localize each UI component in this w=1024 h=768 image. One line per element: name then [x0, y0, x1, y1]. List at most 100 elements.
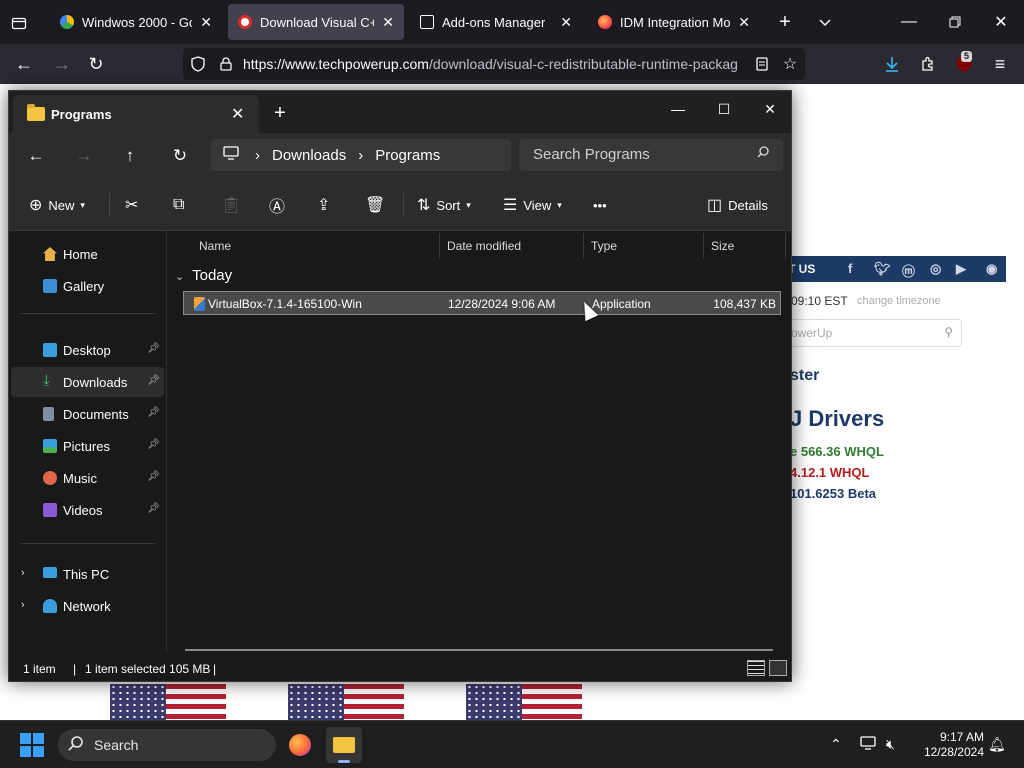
taskbar-file-explorer[interactable]: [326, 727, 362, 763]
back-icon[interactable]: ←: [21, 143, 51, 169]
forward-icon[interactable]: →: [69, 143, 99, 169]
browser-tab-windows2000[interactable]: Windwos 2000 - Googl ✕: [50, 4, 222, 40]
chevron-right-icon[interactable]: ›: [21, 567, 25, 579]
sidebar-item-pictures[interactable]: Pictures 📌︎: [11, 431, 164, 461]
instagram-icon[interactable]: ◎: [930, 261, 941, 277]
column-divider[interactable]: [439, 233, 440, 259]
windows-start-icon[interactable]: [20, 733, 44, 757]
driver-link-amd[interactable]: 4.12.1 WHQL: [790, 465, 869, 480]
display-icon[interactable]: [860, 736, 876, 753]
rename-button[interactable]: Ⓐ: [269, 191, 285, 219]
notification-bell-icon[interactable]: 🔔︎: [988, 736, 1006, 753]
more-options-button[interactable]: •••: [593, 191, 607, 219]
browser-minimize-icon[interactable]: —: [898, 11, 920, 33]
sidebar-item-documents[interactable]: Documents 📌︎: [11, 399, 164, 429]
driver-link-nvidia[interactable]: e 566.36 WHQL: [790, 444, 884, 459]
back-icon[interactable]: ←: [12, 52, 36, 76]
details-view-icon[interactable]: [747, 660, 765, 676]
sidebar-item-gallery[interactable]: Gallery: [11, 271, 164, 301]
sidebar-item-music[interactable]: Music 📌︎: [11, 463, 164, 493]
refresh-icon[interactable]: ↻: [165, 143, 195, 169]
breadcrumb[interactable]: › Downloads › Programs: [211, 139, 511, 171]
menu-icon[interactable]: ≡: [988, 52, 1012, 76]
column-header-type[interactable]: Type: [591, 239, 617, 253]
pin-icon[interactable]: 📌︎: [147, 503, 160, 514]
share-button[interactable]: ⇪: [317, 191, 330, 219]
group-header-today[interactable]: ⌄ Today: [175, 267, 232, 284]
breadcrumb-separator-icon[interactable]: ›: [255, 147, 260, 164]
tab-close-icon[interactable]: ✕: [560, 14, 572, 31]
taskbar-search-box[interactable]: Search: [58, 729, 276, 761]
new-tab-icon[interactable]: +: [774, 11, 796, 33]
sort-button[interactable]: ⇅ Sort ▾: [417, 191, 471, 219]
list-all-tabs-icon[interactable]: [814, 11, 836, 33]
pin-icon[interactable]: 📌︎: [147, 407, 160, 418]
volume-muted-icon[interactable]: 🔇︎: [886, 736, 895, 753]
column-header-name[interactable]: Name: [199, 239, 231, 253]
file-name[interactable]: VirtualBox-7.1.4-165100-Win: [208, 297, 362, 311]
copy-button[interactable]: ⧉: [173, 191, 184, 219]
youtube-icon[interactable]: ▶: [956, 261, 966, 277]
contact-link[interactable]: T US: [788, 262, 815, 276]
delete-button[interactable]: 🗑︎: [365, 191, 385, 219]
cut-button[interactable]: ✂: [125, 191, 138, 219]
url-bar[interactable]: https://www.techpowerup.com/download/vis…: [183, 48, 805, 80]
table-row[interactable]: VirtualBox-7.1.4-165100-Win 12/28/2024 9…: [183, 291, 781, 315]
explorer-tab-programs[interactable]: Programs ✕: [13, 95, 259, 133]
sidebar-item-home[interactable]: Home: [11, 239, 164, 269]
show-hidden-icons-icon[interactable]: ⌃: [830, 736, 842, 753]
chevron-right-icon[interactable]: ›: [21, 599, 25, 611]
facebook-icon[interactable]: f: [848, 261, 852, 276]
browser-tab-download-visual-cpp[interactable]: Download Visual C++ | ✕: [228, 4, 404, 40]
taskbar-firefox[interactable]: [282, 727, 318, 763]
explorer-minimize-button[interactable]: —: [655, 95, 701, 123]
explorer-maximize-button[interactable]: ☐: [701, 95, 747, 123]
browser-tab-addons-manager[interactable]: Add-ons Manager ✕: [410, 4, 582, 40]
change-timezone-link[interactable]: change timezone: [857, 295, 941, 307]
up-icon[interactable]: ↑: [115, 143, 145, 169]
view-button[interactable]: ☰ View ▾: [503, 191, 562, 219]
forward-icon[interactable]: →: [50, 52, 74, 76]
system-clock[interactable]: 9:17 AM 12/28/2024: [916, 730, 984, 760]
breadcrumb-separator-icon[interactable]: ›: [358, 147, 363, 164]
lock-icon[interactable]: [217, 55, 235, 73]
browser-restore-icon[interactable]: [944, 11, 966, 33]
details-button[interactable]: ◫ Details: [707, 191, 768, 219]
sidebar-item-this-pc[interactable]: › This PC: [11, 559, 164, 589]
tab-list-icon[interactable]: [8, 12, 30, 34]
bookmark-star-icon[interactable]: ☆: [781, 55, 799, 73]
column-header-size[interactable]: Size: [711, 239, 734, 253]
tracking-protection-icon[interactable]: [189, 55, 207, 73]
column-divider[interactable]: [785, 233, 786, 259]
sidebar-item-downloads[interactable]: ⤓ Downloads 📌︎: [11, 367, 164, 397]
paste-button[interactable]: 📋︎: [221, 191, 241, 219]
search-icon[interactable]: [757, 146, 769, 161]
horizontal-scrollbar[interactable]: [185, 649, 773, 651]
tab-close-icon[interactable]: ✕: [738, 14, 750, 31]
web-search-input[interactable]: owerUp ⚲: [780, 319, 962, 347]
twitter-icon[interactable]: 🐦︎: [874, 261, 891, 277]
rss-icon[interactable]: ◉: [986, 261, 997, 277]
new-button[interactable]: ⊕ New ▾: [29, 191, 85, 219]
browser-close-icon[interactable]: ✕: [990, 11, 1012, 33]
tiles-view-icon[interactable]: [769, 660, 787, 676]
sidebar-item-network[interactable]: › Network: [11, 591, 164, 621]
downloads-arrow-icon[interactable]: [880, 52, 904, 76]
column-divider[interactable]: [583, 233, 584, 259]
reload-icon[interactable]: ↻: [84, 52, 108, 76]
pin-icon[interactable]: 📌︎: [147, 439, 160, 450]
extensions-icon[interactable]: [916, 52, 940, 76]
driver-link-intel[interactable]: 101.6253 Beta: [790, 486, 876, 501]
chevron-down-icon[interactable]: ⌄: [175, 271, 184, 283]
pin-icon[interactable]: 📌︎: [147, 343, 160, 354]
pin-icon[interactable]: 📌︎: [147, 471, 160, 482]
mastodon-icon[interactable]: ⓜ: [902, 261, 915, 280]
reader-view-icon[interactable]: [753, 55, 771, 73]
this-pc-icon[interactable]: [223, 146, 239, 164]
sidebar-item-videos[interactable]: Videos 📌︎: [11, 495, 164, 525]
tab-close-icon[interactable]: ✕: [200, 14, 212, 31]
column-header-date-modified[interactable]: Date modified: [447, 239, 521, 253]
explorer-close-button[interactable]: ✕: [747, 95, 791, 123]
pin-icon[interactable]: 📌︎: [147, 375, 160, 386]
search-input[interactable]: Search Programs: [519, 139, 783, 171]
